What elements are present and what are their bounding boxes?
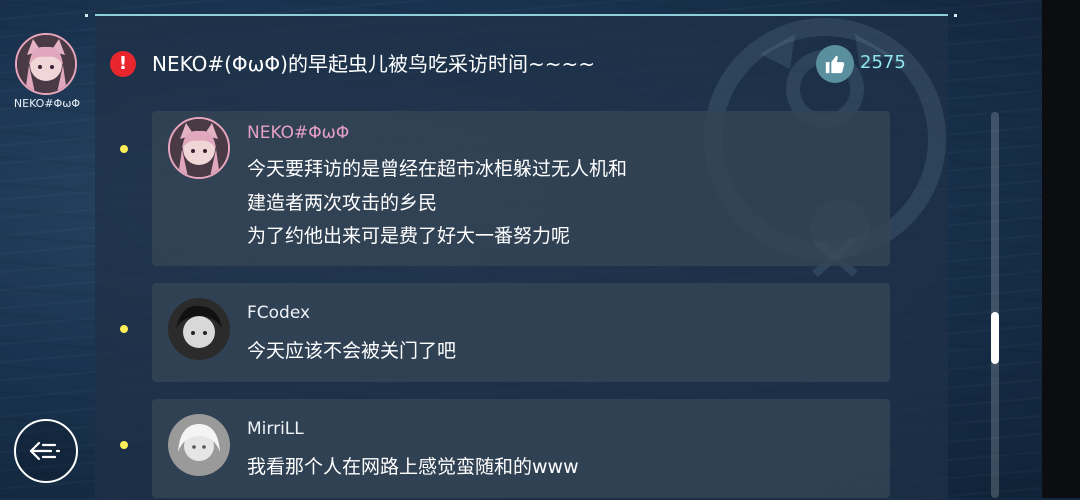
panel-corner-dot [85,14,88,17]
cat-girl-avatar-icon [170,119,228,177]
like-count: 2575 [860,52,906,73]
comment-bullet [120,325,128,333]
scrollbar-thumb[interactable] [991,312,999,364]
thumbs-up-icon [825,55,845,74]
comment-text-line: 为了约他出来可是费了好大一番努力呢 [247,225,571,247]
alert-icon: ! [110,51,136,77]
comment-bullet [120,441,128,449]
comment-text-line: 我看那个人在网路上感觉蛮随和的www [247,456,579,478]
comment-text-line: 今天要拜访的是曾经在超市冰柜躲过无人机和 [247,158,628,180]
comment-author[interactable]: MirriLL [247,419,304,439]
comment-avatar[interactable] [168,117,230,179]
comment-card: FCodex 今天应该不会被关门了吧 [152,283,890,382]
comment-text-line: 建造者两次攻击的乡民 [247,192,438,214]
screen-edge-bar [1042,0,1080,498]
poster-name: NEKO#ΦωΦ [13,97,81,110]
back-button[interactable] [14,419,78,483]
comment-card: NEKO#ΦωΦ 今天要拜访的是曾经在超市冰柜躲过无人机和 建造者两次攻击的乡民… [152,111,890,266]
panel-corner-dot [954,14,957,17]
comment-author[interactable]: FCodex [247,303,310,323]
like-button[interactable] [816,45,854,83]
user-avatar-icon [168,414,230,476]
comment-card: MirriLL 我看那个人在网路上感觉蛮随和的www [152,399,890,498]
back-menu-icon [29,441,61,461]
comment-avatar[interactable] [168,414,230,476]
user-avatar-icon [168,298,230,360]
comment-text-line: 今天应该不会被关门了吧 [247,340,457,362]
comment-avatar[interactable] [168,298,230,360]
post-title: NEKO#(ΦωΦ)的早起虫儿被鸟吃采访时间~~~~ [152,52,595,76]
cat-girl-avatar-icon [17,35,75,93]
comment-author[interactable]: NEKO#ΦωΦ [247,123,349,143]
scrollbar-track[interactable] [991,112,999,498]
poster-avatar[interactable] [15,33,77,95]
comment-bullet [120,145,128,153]
